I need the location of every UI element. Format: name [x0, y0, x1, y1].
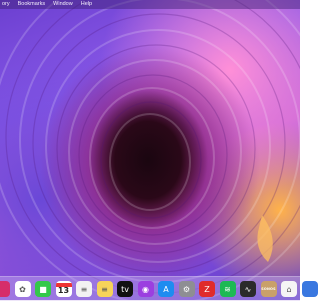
calendar-icon[interactable]: 13: [55, 281, 72, 297]
podcasts-icon[interactable]: ◉: [137, 281, 154, 297]
dock: ✿ ■ 13 ≡ ≡ tv ◉ A ⚙ Z ≋ ∿ SONOS ⌂: [0, 276, 318, 301]
notes-icon[interactable]: ≡: [96, 281, 113, 297]
spotify-icon[interactable]: ≋: [219, 281, 236, 297]
dock-edge-app-icon[interactable]: [0, 281, 10, 297]
menu-bookmarks[interactable]: Bookmarks: [18, 0, 46, 9]
wallpaper-swirl: [0, 0, 300, 300]
app-store-icon[interactable]: A: [158, 281, 174, 297]
sonos-label: SONOS: [261, 287, 276, 291]
apple-tv-icon[interactable]: tv: [117, 281, 133, 297]
dock-edge-app-right-icon[interactable]: [301, 281, 318, 297]
zotero-icon[interactable]: Z: [199, 281, 215, 297]
desktop-wallpaper: [0, 0, 300, 300]
system-preferences-icon[interactable]: ⚙: [178, 281, 195, 297]
calendar-day: 13: [57, 286, 70, 295]
sonos-icon[interactable]: SONOS: [260, 281, 277, 297]
menu-bar: ory Bookmarks Window Help: [0, 0, 300, 9]
home-icon[interactable]: ⌂: [281, 281, 297, 297]
activity-monitor-icon[interactable]: ∿: [240, 281, 256, 297]
reminders-icon[interactable]: ≡: [76, 281, 92, 297]
menu-history[interactable]: ory: [2, 0, 10, 9]
menu-window[interactable]: Window: [53, 0, 73, 9]
photos-icon[interactable]: ✿: [14, 281, 31, 297]
menu-help[interactable]: Help: [81, 0, 92, 9]
facetime-icon[interactable]: ■: [35, 281, 51, 297]
